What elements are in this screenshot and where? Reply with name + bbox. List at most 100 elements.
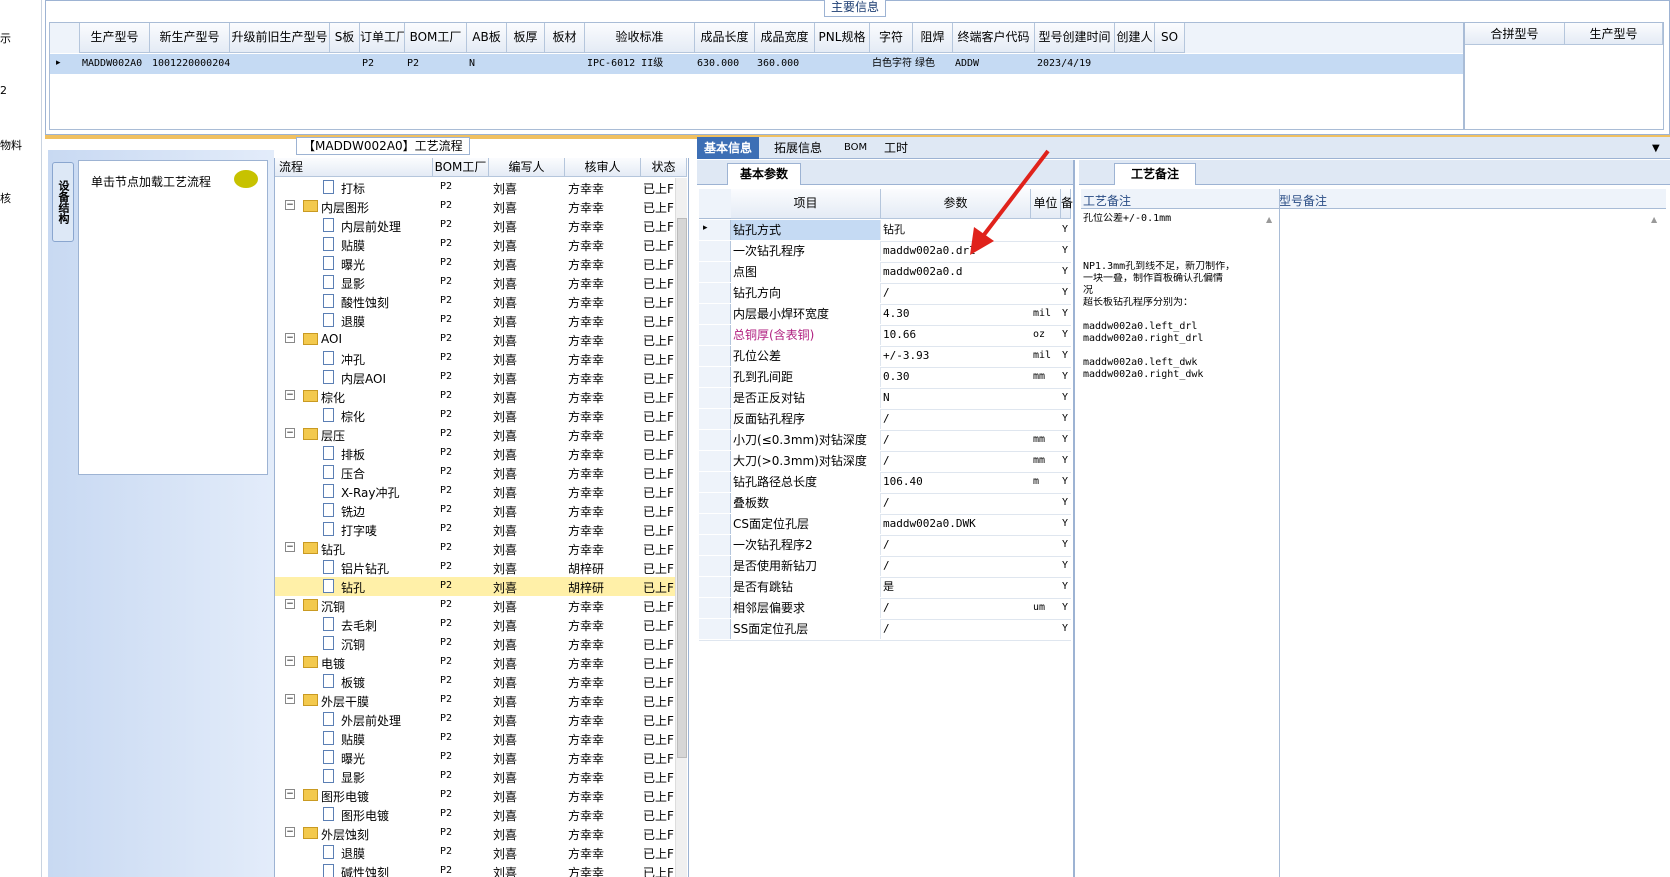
param-value[interactable]: / (883, 430, 1029, 450)
flow-row[interactable]: 铝片钻孔 P2 刘喜 胡梓研 已上F (275, 558, 675, 577)
flow-row[interactable]: − 外层蚀刻 P2 刘喜 方幸幸 已上F (275, 824, 675, 843)
col-header-17[interactable]: 创建人 (1115, 23, 1155, 53)
flow-row[interactable]: 碱性蚀刻 P2 刘喜 方幸幸 已上F (275, 862, 675, 877)
param-row[interactable]: 是否有跳钻是 Y (699, 577, 1071, 599)
flow-row[interactable]: 内层前处理 P2 刘喜 方幸幸 已上F (275, 216, 675, 235)
col-header-4[interactable]: 订单工厂 (360, 23, 405, 53)
col-header-7[interactable]: 板厚 (507, 23, 545, 53)
col-header-flow[interactable]: 流程 (275, 158, 433, 177)
flow-row[interactable]: 外层前处理 P2 刘喜 方幸幸 已上F (275, 710, 675, 729)
flow-row[interactable]: 去毛刺 P2 刘喜 方幸幸 已上F (275, 615, 675, 634)
flow-row[interactable]: 沉铜 P2 刘喜 方幸幸 已上F (275, 634, 675, 653)
param-row[interactable]: 是否使用新钻刀 / Y (699, 556, 1071, 578)
table-row[interactable]: ▸ MADDW002A0 10012200002041 P2 P2 N IPC-6012 I… (50, 54, 1463, 74)
param-value[interactable]: +/-3.93 (883, 346, 1029, 366)
scroll-up-icon[interactable]: ▲ (1266, 215, 1272, 224)
col-header-status[interactable]: 状态 (641, 158, 687, 177)
param-row[interactable]: 总铜厚(含表铜) 10.66 oz Y (699, 325, 1071, 347)
flow-row[interactable]: 曝光 P2 刘喜 方幸幸 已上F (275, 748, 675, 767)
param-value[interactable]: 10.66 (883, 325, 1029, 345)
param-row[interactable]: 孔到孔间距 0.30 mm Y (699, 367, 1071, 389)
col-header-11[interactable]: 成品宽度 (755, 23, 815, 53)
scroll-thumb[interactable] (677, 218, 687, 758)
flow-row[interactable]: − 层压 P2 刘喜 方幸幸 已上F (275, 425, 675, 444)
col-header-6[interactable]: AB板 (467, 23, 507, 53)
nav-item[interactable]: 示 (0, 30, 11, 46)
collapse-icon[interactable]: − (285, 599, 295, 609)
param-value[interactable]: 4.30 (883, 304, 1029, 324)
flow-row[interactable]: − 沉铜 P2 刘喜 方幸幸 已上F (275, 596, 675, 615)
chevron-down-icon[interactable]: ▼ (1652, 143, 1660, 154)
col-header-15[interactable]: 终端客户代码 (953, 23, 1035, 53)
param-row[interactable]: 内层最小焊环宽度 4.30 mil Y (699, 304, 1071, 326)
collapse-icon[interactable]: − (285, 333, 295, 343)
col-header-9[interactable]: 验收标准 (585, 23, 695, 53)
flow-row[interactable]: 打字唛 P2 刘喜 方幸幸 已上F (275, 520, 675, 539)
param-row[interactable]: 反面钻孔程序 / Y (699, 409, 1071, 431)
param-value[interactable]: / (883, 283, 1029, 303)
basic-params-title[interactable]: 基本参数 (727, 163, 802, 185)
flow-row[interactable]: − 内层图形 P2 刘喜 方幸幸 已上F (275, 197, 675, 216)
process-remark-text[interactable]: 孔位公差+/-0.1mm NP1.3mm孔到线不足，新刀制作， 一块一叠，制作首板确… (1083, 213, 1253, 513)
param-row[interactable]: 钻孔路径总长度 106.40 m Y (699, 472, 1071, 494)
flow-row[interactable]: 板镀 P2 刘喜 方幸幸 已上F (275, 672, 675, 691)
flow-row[interactable]: 曝光 P2 刘喜 方幸幸 已上F (275, 254, 675, 273)
collapse-icon[interactable]: − (285, 827, 295, 837)
col-header-2[interactable]: 升级前旧生产型号 (230, 23, 330, 53)
flow-row[interactable]: 钻孔 P2 刘喜 胡梓研 已上F (275, 577, 675, 596)
col-header-12[interactable]: PNL规格 (815, 23, 870, 53)
param-row[interactable]: 孔位公差 +/-3.93 mil Y (699, 346, 1071, 368)
col-header-remark[interactable]: 备 (1061, 189, 1073, 219)
param-row[interactable]: 钻孔方向 / Y (699, 283, 1071, 305)
col-header-14[interactable]: 阻焊 (913, 23, 953, 53)
flow-row[interactable]: − AOI P2 刘喜 方幸幸 已上F (275, 330, 675, 349)
flow-row[interactable]: − 外层干膜 P2 刘喜 方幸幸 已上F (275, 691, 675, 710)
param-value[interactable]: 106.40 (883, 472, 1029, 492)
nav-item[interactable]: 核 (0, 190, 11, 206)
param-value[interactable]: / (883, 451, 1029, 471)
tab-bom[interactable]: BOM (837, 137, 874, 159)
col-header-8[interactable]: 板材 (545, 23, 585, 53)
param-value[interactable]: 是 (883, 577, 1029, 597)
col-header-item[interactable]: 项目 (731, 189, 881, 219)
param-value[interactable]: / (883, 535, 1029, 555)
param-row[interactable]: 叠板数 / Y (699, 493, 1071, 515)
flow-row[interactable]: 显影 P2 刘喜 方幸幸 已上F (275, 273, 675, 292)
flow-row[interactable]: 显影 P2 刘喜 方幸幸 已上F (275, 767, 675, 786)
flow-row[interactable]: 内层AOI P2 刘喜 方幸幸 已上F (275, 368, 675, 387)
param-value[interactable]: / (883, 409, 1029, 429)
collapse-icon[interactable]: − (285, 694, 295, 704)
flow-scrollbar[interactable] (675, 178, 687, 877)
param-value[interactable]: N (883, 388, 1029, 408)
collapse-icon[interactable]: − (285, 390, 295, 400)
flow-row[interactable]: − 电镀 P2 刘喜 方幸幸 已上F (275, 653, 675, 672)
flow-row[interactable]: − 棕化 P2 刘喜 方幸幸 已上F (275, 387, 675, 406)
flow-row[interactable]: X-Ray冲孔 P2 刘喜 方幸幸 已上F (275, 482, 675, 501)
collapse-icon[interactable]: − (285, 200, 295, 210)
flow-row[interactable]: 压合 P2 刘喜 方幸幸 已上F (275, 463, 675, 482)
col-header-prod[interactable]: 生产型号 (1565, 23, 1663, 45)
col-header-10[interactable]: 成品长度 (695, 23, 755, 53)
col-header-13[interactable]: 字符 (870, 23, 913, 53)
param-row[interactable]: 一次钻孔程序2/ Y (699, 535, 1071, 557)
param-row[interactable]: CS面定位孔层 maddw002a0.DWK Y (699, 514, 1071, 536)
col-header-16[interactable]: 型号创建时间 (1035, 23, 1115, 53)
param-value[interactable]: maddw002a0.d (883, 262, 1029, 282)
collapse-icon[interactable]: − (285, 656, 295, 666)
param-row[interactable]: 点图 maddw002a0.d Y (699, 262, 1071, 284)
flow-row[interactable]: 退膜 P2 刘喜 方幸幸 已上F (275, 311, 675, 330)
flow-row[interactable]: 图形电镀 P2 刘喜 方幸幸 已上F (275, 805, 675, 824)
col-header-3[interactable]: S板 (330, 23, 360, 53)
col-header-reviewer[interactable]: 核审人 (565, 158, 641, 177)
flow-row[interactable]: − 钻孔 P2 刘喜 方幸幸 已上F (275, 539, 675, 558)
tab-extend-info[interactable]: 拓展信息 (767, 137, 829, 159)
col-header-18[interactable]: SO (1155, 23, 1185, 53)
col-header-bom[interactable]: BOM工厂 (433, 158, 489, 177)
col-header-5[interactable]: BOM工厂 (405, 23, 467, 53)
param-value[interactable]: maddw002a0.DWK (883, 514, 1029, 534)
param-row[interactable]: 是否正反对钻 N Y (699, 388, 1071, 410)
param-row[interactable]: 小刀(≤0.3mm)对钻深度 / mm Y (699, 430, 1071, 452)
flow-row[interactable]: 打标 P2 刘喜 方幸幸 已上F (275, 178, 675, 197)
param-row[interactable]: 大刀(>0.3mm)对钻深度 / mm Y (699, 451, 1071, 473)
scroll-up-icon[interactable]: ▲ (1651, 215, 1657, 224)
